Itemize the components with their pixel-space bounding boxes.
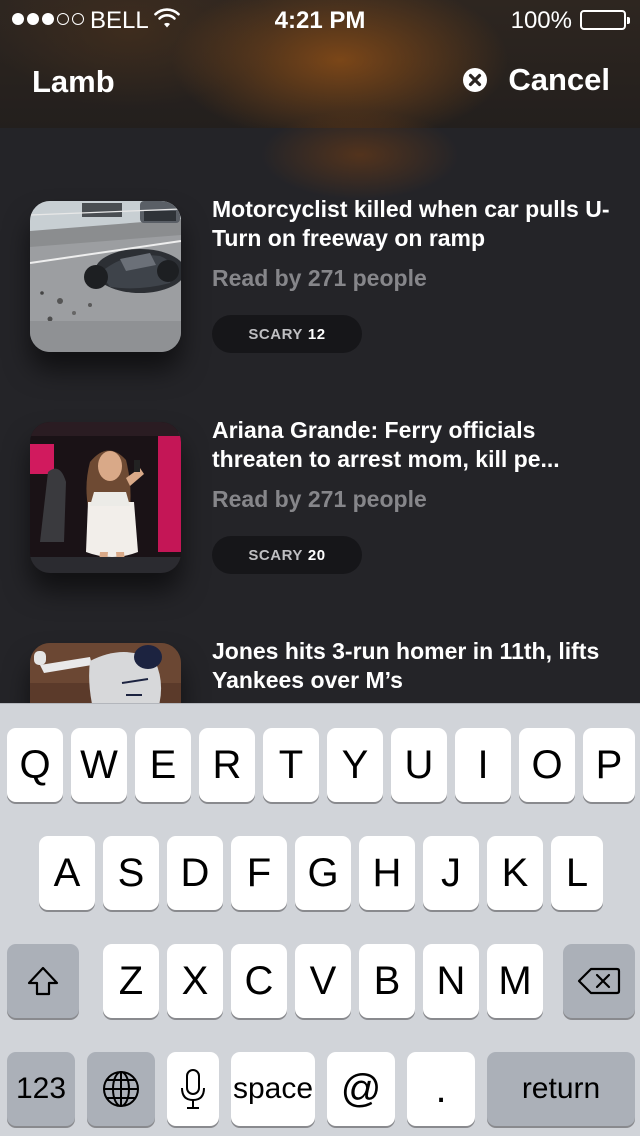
cancel-label: Cancel [508,62,610,97]
key-h[interactable]: H [359,836,415,910]
search-query-title: Lamb [32,64,115,99]
status-bar: BELL 4:21 PM 100% [0,0,640,40]
key-o[interactable]: O [519,728,575,802]
key-b[interactable]: B [359,944,415,1018]
key-g[interactable]: G [295,836,351,910]
key-v[interactable]: V [295,944,351,1018]
cancel-button[interactable]: Cancel [462,62,610,98]
shift-key[interactable] [7,944,79,1018]
key-t[interactable]: T [263,728,319,802]
navigation-header: BELL 4:21 PM 100% Lamb Cancel [0,0,640,128]
key-u[interactable]: U [391,728,447,802]
key-z[interactable]: Z [103,944,159,1018]
article-thumbnail [30,643,181,703]
key-c[interactable]: C [231,944,287,1018]
article-item[interactable]: Motorcyclist killed when car pulls U-Tur… [0,196,640,401]
reaction-count: 12 [307,325,326,343]
article-title[interactable]: Jones hits 3-run homer in 11th, lifts Ya… [212,637,622,695]
article-title[interactable]: Motorcyclist killed when car pulls U-Tur… [212,195,622,253]
key-r[interactable]: R [199,728,255,802]
article-item[interactable]: Jones hits 3-run homer in 11th, lifts Ya… [0,638,640,703]
key-m[interactable]: M [487,944,543,1018]
article-read-count: Read by 271 people [212,265,427,291]
microphone-key[interactable] [167,1052,219,1126]
article-feed[interactable]: Motorcyclist killed when car pulls U-Tur… [0,128,640,703]
at-key[interactable]: @ [327,1052,395,1126]
key-n[interactable]: N [423,944,479,1018]
microphone-icon [181,1069,205,1109]
key-y[interactable]: Y [327,728,383,802]
article-thumbnail [30,422,181,573]
onscreen-keyboard: Q W E R T Y U I O P A S D F G H J K L Z … [0,703,640,1136]
article-title[interactable]: Ariana Grande: Ferry officials threaten … [212,416,622,474]
key-j[interactable]: J [423,836,479,910]
reaction-count: 20 [307,546,326,564]
space-key[interactable]: space [231,1052,315,1126]
battery-icon [580,10,630,30]
numbers-key[interactable]: 123 [7,1052,75,1126]
battery-percentage: 100% [510,7,572,34]
period-key[interactable]: . [407,1052,475,1126]
reaction-label: SCARY [248,325,303,343]
article-thumbnail [30,201,181,352]
reaction-badge[interactable]: SCARY 20 [212,536,362,574]
key-l[interactable]: L [551,836,603,910]
globe-icon [103,1071,139,1107]
article-read-count: Read by 271 people [212,486,427,512]
key-e[interactable]: E [135,728,191,802]
key-w[interactable]: W [71,728,127,802]
reaction-label: SCARY [248,546,303,564]
backspace-icon [577,967,621,995]
delete-key[interactable] [563,944,635,1018]
article-item[interactable]: Ariana Grande: Ferry officials threaten … [0,417,640,622]
close-circle-icon [463,68,488,92]
key-d[interactable]: D [167,836,223,910]
key-i[interactable]: I [455,728,511,802]
key-x[interactable]: X [167,944,223,1018]
shift-arrow-icon [27,966,59,996]
key-s[interactable]: S [103,836,159,910]
key-p[interactable]: P [583,728,635,802]
key-f[interactable]: F [231,836,287,910]
key-k[interactable]: K [487,836,543,910]
key-q[interactable]: Q [7,728,63,802]
reaction-badge[interactable]: SCARY 12 [212,315,362,353]
globe-key[interactable] [87,1052,155,1126]
key-a[interactable]: A [39,836,95,910]
return-key[interactable]: return [487,1052,635,1126]
